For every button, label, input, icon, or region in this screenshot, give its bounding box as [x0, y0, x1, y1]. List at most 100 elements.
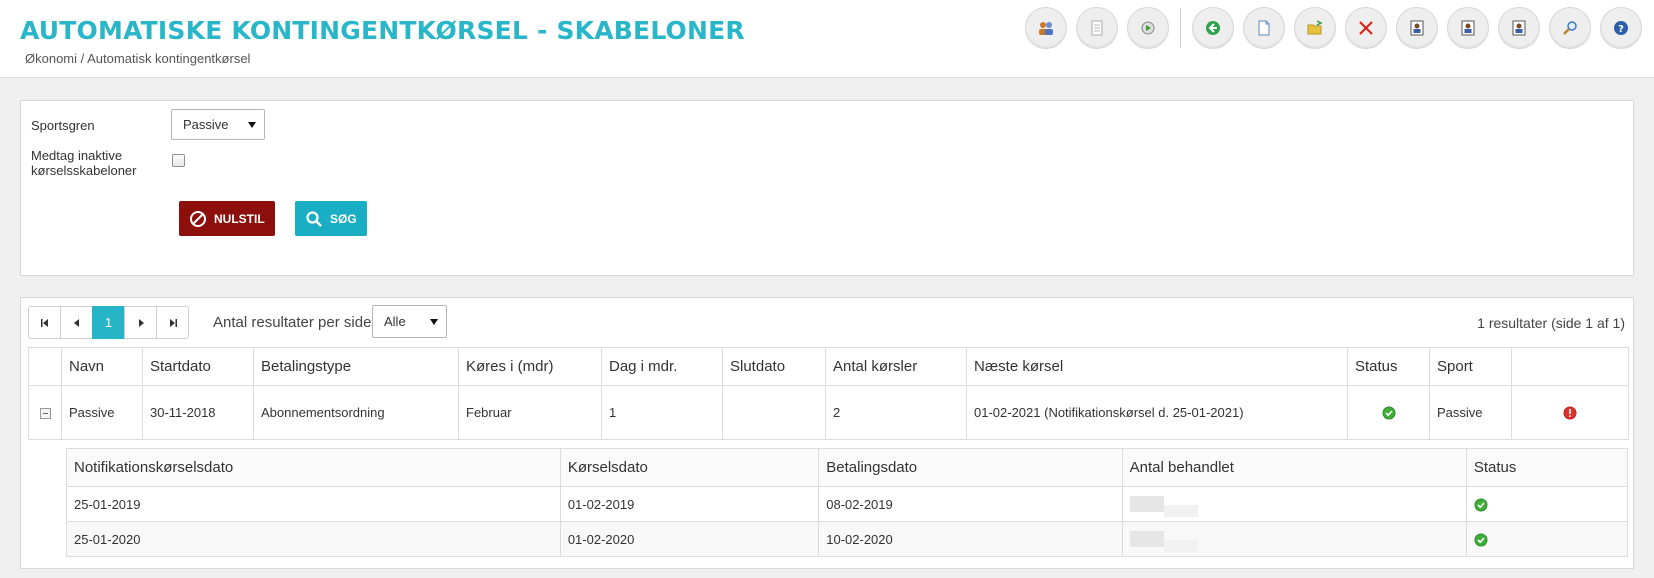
- per-page-label: Antal resultater per side: [213, 314, 372, 331]
- warning-icon[interactable]: [1563, 406, 1577, 420]
- next-page-button[interactable]: [124, 306, 157, 339]
- back-arrow-icon: [1206, 21, 1220, 35]
- users-icon: [1039, 22, 1053, 35]
- cell-startdato: 30-11-2018: [142, 385, 254, 440]
- sub-cell-antal: [1121, 521, 1467, 557]
- page-header: AUTOMATISKE KONTINGENTKØRSEL - SKABELONE…: [0, 0, 1654, 78]
- delete-icon: [1359, 21, 1373, 35]
- table-row: 25-01-2020 01-02-2020 10-02-2020: [66, 521, 1629, 557]
- cell-action[interactable]: [1511, 385, 1629, 440]
- column-header-navn[interactable]: Navn: [61, 347, 143, 386]
- search-icon: [306, 210, 322, 227]
- result-count: 1 resultater (side 1 af 1): [1477, 315, 1625, 331]
- svg-text:?: ?: [1618, 24, 1624, 35]
- sport-select[interactable]: Passive: [171, 109, 265, 140]
- reset-button[interactable]: NULSTIL: [179, 201, 275, 236]
- page-1-button[interactable]: 1: [92, 306, 125, 339]
- column-header-expand: [28, 347, 62, 386]
- person-card-icon: [1512, 20, 1526, 36]
- help-icon: ?: [1614, 21, 1628, 35]
- column-header-koeres-i[interactable]: Køres i (mdr): [458, 347, 602, 386]
- new-document-icon: [1258, 20, 1270, 36]
- first-page-button[interactable]: [28, 306, 61, 339]
- magnifier-icon: [1563, 21, 1577, 35]
- include-inactive-label-line1: Medtag inaktive: [31, 148, 123, 163]
- open-button[interactable]: [1294, 7, 1336, 49]
- sub-column-header-status: Status: [1465, 448, 1629, 487]
- back-button[interactable]: [1192, 7, 1234, 49]
- sub-column-header-betaling: Betalingsdato: [818, 448, 1123, 487]
- person-card-button-3[interactable]: [1498, 7, 1540, 49]
- prev-page-icon: [73, 318, 79, 327]
- cell-navn: Passive: [61, 385, 143, 440]
- prev-page-button[interactable]: [60, 306, 93, 339]
- runs-subtable: Notifikationskørselsdato Kørselsdato Bet…: [66, 448, 1629, 557]
- users-button[interactable]: [1025, 7, 1067, 49]
- collapse-icon[interactable]: [39, 408, 51, 420]
- person-card-icon: [1410, 20, 1424, 36]
- include-inactive-label-line2: kørselsskabeloner: [31, 163, 137, 178]
- new-button[interactable]: [1243, 7, 1285, 49]
- cell-status: [1347, 385, 1430, 440]
- column-header-sport[interactable]: Sport: [1429, 347, 1512, 386]
- cell-sport: Passive: [1429, 385, 1512, 440]
- sub-cell-koersel: 01-02-2019: [559, 486, 820, 522]
- page-title: AUTOMATISKE KONTINGENTKØRSEL - SKABELONE…: [20, 16, 745, 45]
- column-header-startdato[interactable]: Startdato: [142, 347, 254, 386]
- person-card-button-1[interactable]: [1396, 7, 1438, 49]
- delete-button[interactable]: [1345, 7, 1387, 49]
- table-row: 25-01-2019 01-02-2019 08-02-2019: [66, 486, 1629, 522]
- redacted-value: [1129, 531, 1198, 553]
- sub-cell-betaling: 08-02-2019: [818, 486, 1123, 522]
- templates-table: Navn Startdato Betalingstype Køres i (md…: [28, 347, 1629, 440]
- subtable-header-row: Notifikationskørselsdato Kørselsdato Bet…: [66, 448, 1629, 487]
- person-card-button-2[interactable]: [1447, 7, 1489, 49]
- cell-naeste: 01-02-2021 (Notifikationskørsel d. 25-01…: [966, 385, 1348, 440]
- sub-cell-status: [1465, 486, 1629, 522]
- chevron-down-icon: [430, 318, 438, 325]
- table-header-row: Navn Startdato Betalingstype Køres i (md…: [28, 347, 1629, 386]
- sport-label: Sportsgren: [31, 118, 95, 133]
- per-page-select[interactable]: Alle: [372, 305, 447, 338]
- sub-cell-status: [1465, 521, 1629, 557]
- ban-icon: [190, 210, 206, 227]
- last-page-button[interactable]: [156, 306, 189, 339]
- sub-cell-notif: 25-01-2019: [66, 486, 561, 522]
- column-header-actions: [1511, 347, 1629, 386]
- check-circle-icon: [1474, 533, 1488, 547]
- cell-betalingstype: Abonnementsordning: [253, 385, 459, 440]
- column-header-antal[interactable]: Antal kørsler: [825, 347, 967, 386]
- include-inactive-checkbox[interactable]: [172, 154, 185, 167]
- search-tool-button[interactable]: [1549, 7, 1591, 49]
- table-row[interactable]: Passive 30-11-2018 Abonnementsordning Fe…: [28, 385, 1629, 440]
- breadcrumb[interactable]: Økonomi / Automatisk kontingentkørsel: [25, 51, 250, 66]
- toolbar-separator: [1180, 8, 1181, 48]
- search-button[interactable]: SØG: [295, 201, 367, 236]
- cell-koeres-i: Februar: [458, 385, 602, 440]
- expand-cell[interactable]: [28, 385, 62, 440]
- sub-cell-antal: [1121, 486, 1467, 522]
- document-button[interactable]: [1076, 7, 1118, 49]
- column-header-slutdato[interactable]: Slutdato: [722, 347, 826, 386]
- person-card-icon: [1461, 20, 1475, 36]
- last-page-icon: [169, 318, 177, 327]
- sub-cell-koersel: 01-02-2020: [559, 521, 820, 557]
- reset-button-label: NULSTIL: [214, 211, 265, 226]
- pagination: 1: [28, 306, 189, 339]
- sport-select-value: Passive: [183, 117, 229, 132]
- column-header-betalingstype[interactable]: Betalingstype: [253, 347, 459, 386]
- document-icon: [1091, 20, 1103, 36]
- include-inactive-label: Medtag inaktive kørselsskabeloner: [31, 148, 137, 178]
- cell-slutdato: [722, 385, 826, 440]
- cell-dag: 1: [601, 385, 723, 440]
- cell-antal: 2: [825, 385, 967, 440]
- per-page-value: Alle: [384, 314, 406, 329]
- column-header-dag[interactable]: Dag i mdr.: [601, 347, 723, 386]
- export-button[interactable]: [1127, 7, 1169, 49]
- sub-cell-notif: 25-01-2020: [66, 521, 561, 557]
- results-panel: 1 Antal resultater per side Alle 1 resul…: [20, 297, 1634, 569]
- help-button[interactable]: ?: [1600, 7, 1642, 49]
- column-header-naeste[interactable]: Næste kørsel: [966, 347, 1348, 386]
- column-header-status[interactable]: Status: [1347, 347, 1430, 386]
- sub-cell-betaling: 10-02-2020: [818, 521, 1123, 557]
